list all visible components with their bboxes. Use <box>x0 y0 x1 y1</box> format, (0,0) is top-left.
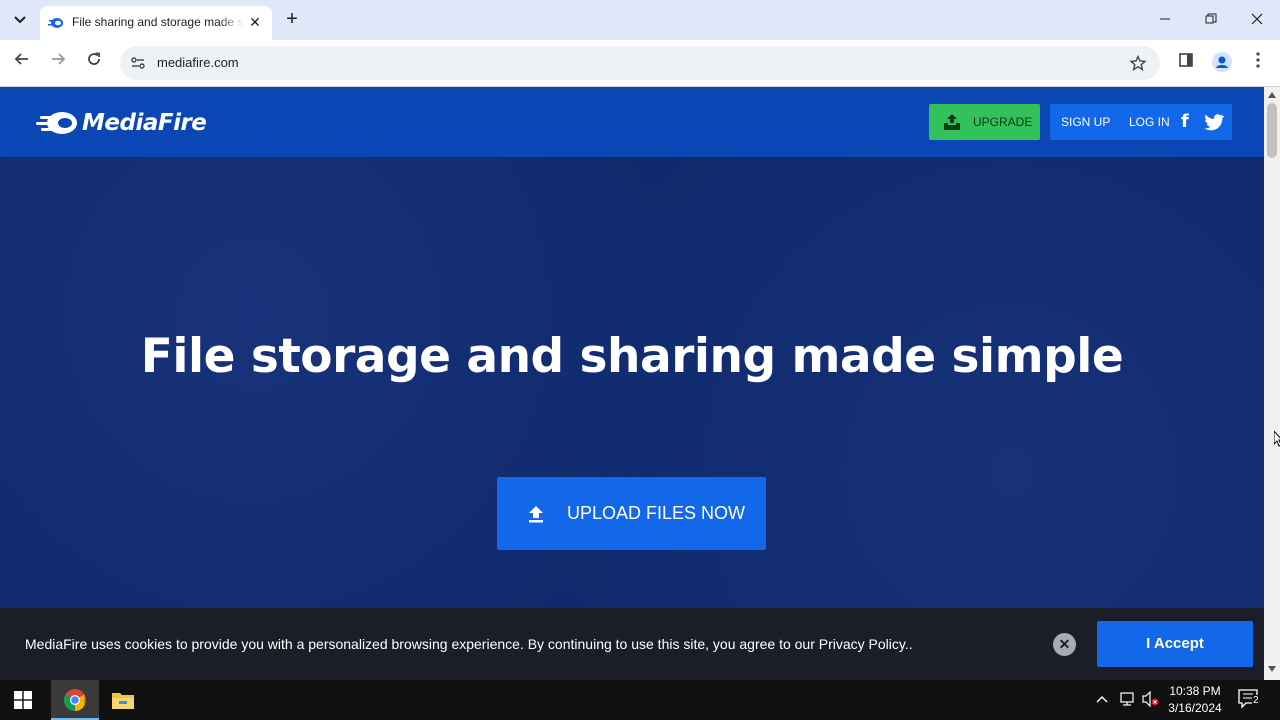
browser-toolbar: mediafire.com <box>0 40 1280 87</box>
page-scrollbar[interactable] <box>1264 87 1280 680</box>
kebab-menu-icon[interactable] <box>1247 52 1269 74</box>
auth-links: SIGN UP LOG IN f <box>1050 104 1232 140</box>
notification-icon[interactable]: 2 <box>1238 689 1260 712</box>
back-icon[interactable] <box>10 51 34 75</box>
browser-tab-strip: File sharing and storage made simple ✕ + <box>0 0 1280 40</box>
upgrade-button[interactable]: UPGRADE <box>929 104 1040 140</box>
web-page: MediaFire UPGRADE SIGN UP LOG IN f File … <box>0 87 1264 680</box>
upload-files-button[interactable]: UPLOAD FILES NOW <box>497 477 766 550</box>
restore-icon[interactable] <box>1199 8 1223 32</box>
accept-cookies-button[interactable]: I Accept <box>1097 621 1253 667</box>
upgrade-icon <box>944 114 960 130</box>
cookie-text: MediaFire uses cookies to provide you wi… <box>25 636 913 652</box>
tab-title: File sharing and storage made simple <box>72 15 244 29</box>
notification-count: 2 <box>1252 695 1260 706</box>
mediafire-favicon <box>48 18 63 28</box>
site-info-icon[interactable] <box>130 55 146 71</box>
login-link[interactable]: LOG IN <box>1129 115 1170 129</box>
file-explorer-taskbar-app[interactable] <box>99 680 147 720</box>
windows-start-icon[interactable] <box>14 691 32 709</box>
clock-date: 3/16/2024 <box>1168 701 1222 715</box>
file-explorer-icon <box>112 693 134 709</box>
window-close-icon[interactable] <box>1245 8 1269 32</box>
close-icon[interactable]: ✕ <box>1053 633 1076 656</box>
upload-icon <box>529 505 543 522</box>
side-panel-icon[interactable] <box>1175 52 1197 74</box>
windows-taskbar: 10:38 PM 3/16/2024 2 <box>0 680 1280 720</box>
browser-tab[interactable]: File sharing and storage made simple ✕ <box>40 6 272 40</box>
minimize-icon[interactable] <box>1153 8 1177 32</box>
twitter-icon[interactable] <box>1204 113 1224 131</box>
upgrade-label: UPGRADE <box>973 115 1033 129</box>
logo-text: MediaFire <box>82 110 207 136</box>
scroll-down-arrow[interactable] <box>1268 665 1276 674</box>
clock-time: 10:38 PM <box>1169 684 1221 698</box>
network-icon[interactable] <box>1118 691 1136 710</box>
taskbar-clock[interactable]: 10:38 PM 3/16/2024 <box>1164 683 1226 717</box>
mouse-cursor <box>1274 431 1280 447</box>
tab-close-icon[interactable]: ✕ <box>246 13 264 31</box>
tab-search-icon[interactable] <box>8 8 32 32</box>
scroll-thumb[interactable] <box>1267 103 1277 158</box>
hero-section: File storage and sharing made simple UPL… <box>0 157 1264 680</box>
reload-icon[interactable] <box>82 51 106 75</box>
facebook-icon[interactable]: f <box>1181 111 1189 132</box>
site-header: MediaFire UPGRADE SIGN UP LOG IN f <box>0 87 1264 157</box>
chrome-taskbar-app[interactable] <box>51 680 99 720</box>
hero-title: File storage and sharing made simple <box>140 329 1124 384</box>
upload-label: UPLOAD FILES NOW <box>567 503 746 523</box>
scroll-up-arrow[interactable] <box>1268 91 1276 100</box>
chrome-icon <box>64 689 86 711</box>
mediafire-logo[interactable]: MediaFire <box>36 107 207 139</box>
mediafire-logo-icon <box>36 112 77 134</box>
new-tab-button[interactable]: + <box>282 9 302 29</box>
volume-muted-icon[interactable] <box>1142 690 1160 710</box>
signup-link[interactable]: SIGN UP <box>1061 115 1110 129</box>
bookmark-star-icon[interactable] <box>1129 52 1147 76</box>
forward-icon[interactable] <box>46 51 70 75</box>
profile-icon[interactable] <box>1211 52 1233 74</box>
address-bar[interactable]: mediafire.com <box>120 46 1160 80</box>
url-text[interactable]: mediafire.com <box>157 55 239 70</box>
tray-chevron-icon[interactable] <box>1096 691 1108 706</box>
cookie-banner: MediaFire uses cookies to provide you wi… <box>0 608 1264 680</box>
